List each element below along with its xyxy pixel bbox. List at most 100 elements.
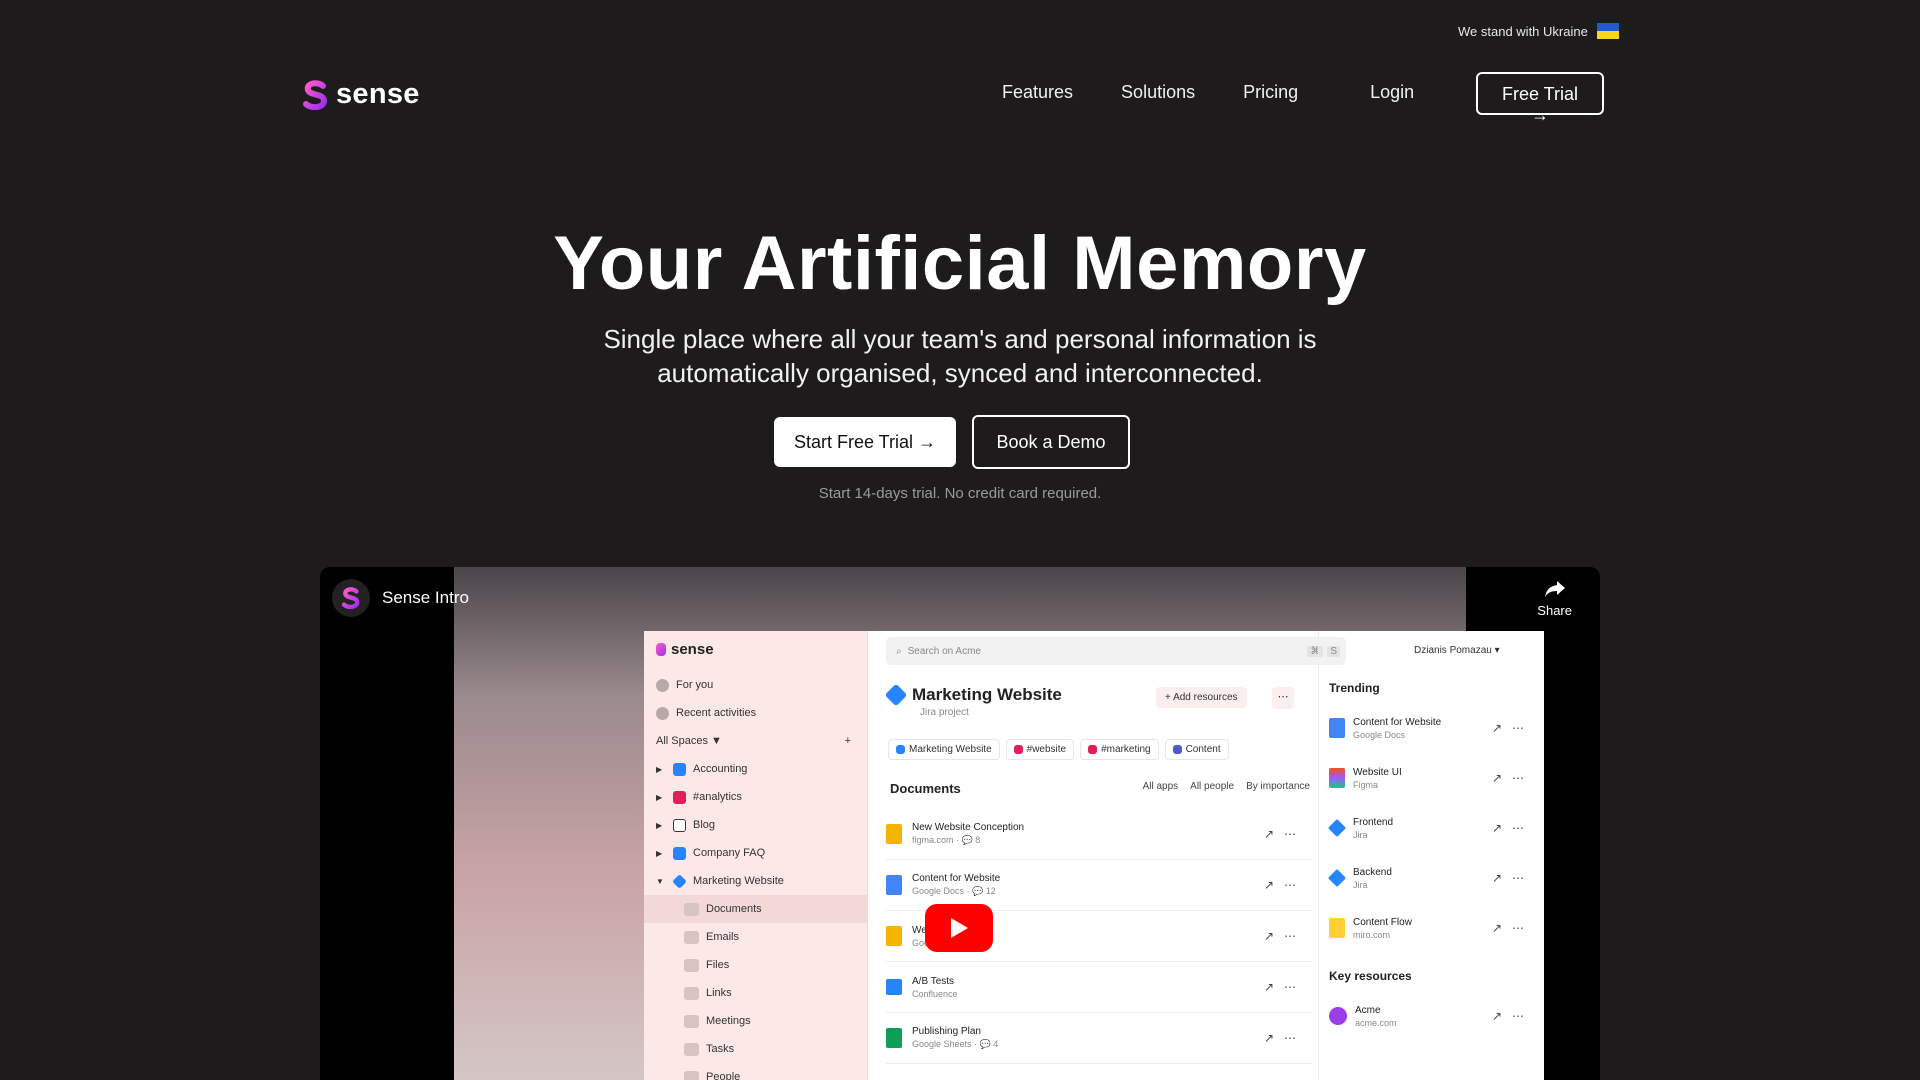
sidebar-list: For you Recent activities All Spaces ▼ + … bbox=[644, 671, 867, 1080]
nav-pricing[interactable]: Pricing bbox=[1243, 82, 1298, 103]
jira-icon bbox=[672, 873, 687, 889]
sidebar-folder-documents[interactable]: Documents bbox=[644, 895, 867, 923]
sidebar-folder-meetings[interactable]: Meetings bbox=[644, 1007, 867, 1035]
book-demo-button[interactable]: Book a Demo bbox=[972, 415, 1130, 469]
free-trial-button[interactable]: Free Trial → bbox=[1476, 72, 1604, 125]
sidebar-all-spaces[interactable]: All Spaces ▼ + bbox=[644, 727, 867, 755]
add-resources-button[interactable]: + Add resources bbox=[1156, 687, 1247, 708]
row-actions-icon[interactable]: ↗⋯ bbox=[1492, 871, 1534, 885]
list-item[interactable]: Frontend Jira ↗⋯ bbox=[1319, 803, 1544, 853]
doc-name: Content for Website bbox=[912, 873, 1001, 884]
sense-logo-icon bbox=[303, 79, 328, 110]
sidebar-folder-files[interactable]: Files bbox=[644, 951, 867, 979]
row-actions-icon[interactable]: ↗⋯ bbox=[1264, 980, 1306, 994]
chip-label: #marketing bbox=[1101, 744, 1151, 755]
trend-meta: Google Docs bbox=[1353, 729, 1406, 740]
doc-meta: Confluence bbox=[912, 988, 958, 999]
start-free-trial-button[interactable]: Start Free Trial → bbox=[774, 417, 956, 467]
trend-name: Frontend bbox=[1353, 816, 1394, 828]
trend-name: Content Flow bbox=[1353, 916, 1412, 928]
trend-name: Content for Website bbox=[1353, 716, 1442, 728]
chip-marketing-website[interactable]: Marketing Website bbox=[888, 739, 1000, 760]
sidebar-space-blog[interactable]: ▶ Blog bbox=[644, 811, 867, 839]
caret-right-icon: ▶ bbox=[656, 820, 663, 830]
google-sheets-icon bbox=[886, 1028, 902, 1048]
filter-by-importance[interactable]: By importance bbox=[1246, 781, 1310, 796]
caret-down-icon: ▼ bbox=[656, 876, 664, 886]
row-actions-icon[interactable]: ↗⋯ bbox=[1492, 921, 1534, 935]
sidebar-folder-people[interactable]: People bbox=[644, 1063, 867, 1080]
key-resources-title: Key resources bbox=[1329, 969, 1412, 983]
folder-icon bbox=[684, 1042, 699, 1056]
trend-name: Backend bbox=[1353, 866, 1392, 878]
list-item[interactable]: Content for Website Google Docs ↗⋯ bbox=[1319, 703, 1544, 753]
row-actions-icon[interactable]: ↗⋯ bbox=[1264, 827, 1306, 841]
main-nav: Features Solutions Pricing Login bbox=[1002, 82, 1454, 103]
notion-icon bbox=[673, 818, 686, 832]
sidebar-item-recent[interactable]: Recent activities bbox=[644, 699, 867, 727]
list-item[interactable]: Publishing Plan Google Sheets · 💬 4 ↗⋯ bbox=[886, 1013, 1312, 1064]
sidebar-space-marketing-website[interactable]: ▼ Marketing Website bbox=[644, 867, 867, 895]
resource-name: Acme bbox=[1355, 1004, 1381, 1016]
google-docs-icon bbox=[886, 875, 902, 895]
row-actions-icon[interactable]: ↗⋯ bbox=[1492, 821, 1534, 835]
app-logo: sense bbox=[656, 641, 714, 658]
row-actions-icon[interactable]: ↗⋯ bbox=[1492, 1009, 1534, 1023]
hero-subtitle: Single place where all your team's and p… bbox=[0, 322, 1920, 390]
app-preview: sense For you Recent activities All Spac… bbox=[644, 631, 1544, 1080]
chip-content[interactable]: Content bbox=[1164, 739, 1229, 760]
row-actions-icon[interactable]: ↗⋯ bbox=[1264, 929, 1306, 943]
search-icon: ⌕ bbox=[896, 645, 902, 657]
doc-meta: Google Docs · 💬 12 bbox=[912, 886, 996, 896]
sidebar-label: Marketing Website bbox=[693, 875, 784, 887]
row-actions-icon[interactable]: ↗⋯ bbox=[1264, 878, 1306, 892]
sidebar-space-company-faq[interactable]: ▶ Company FAQ bbox=[644, 839, 867, 867]
app-sidebar: sense For you Recent activities All Spac… bbox=[644, 631, 868, 1080]
app-main: ⌕ Search on Acme ⌘ S Marketing Website J… bbox=[868, 631, 1346, 1080]
trend-meta: Jira bbox=[1353, 829, 1368, 840]
chevron-down-icon: ▼ bbox=[711, 735, 722, 747]
list-item[interactable]: A/B Tests Confluence ↗⋯ bbox=[886, 962, 1312, 1013]
nav-login[interactable]: Login bbox=[1370, 82, 1414, 103]
channel-avatar[interactable] bbox=[332, 579, 370, 617]
list-item[interactable]: New Website Conception figma.com · 💬 8 ↗⋯ bbox=[886, 809, 1312, 860]
list-item[interactable]: Website UI Figma ↗⋯ bbox=[1319, 753, 1544, 803]
hero-title: Your Artificial Memory bbox=[553, 221, 1367, 306]
sidebar-label: Emails bbox=[706, 931, 740, 943]
chip-website[interactable]: #website bbox=[1005, 739, 1075, 760]
video-title[interactable]: Sense Intro bbox=[382, 588, 469, 608]
brand-logo[interactable]: sense bbox=[302, 78, 420, 111]
row-actions-icon[interactable]: ↗⋯ bbox=[1492, 721, 1534, 735]
sidebar-folder-emails[interactable]: Emails bbox=[644, 923, 867, 951]
sidebar-item-for-you[interactable]: For you bbox=[644, 671, 867, 699]
sidebar-folder-links[interactable]: Links bbox=[644, 979, 867, 1007]
teams-icon bbox=[1172, 745, 1182, 754]
nav-solutions[interactable]: Solutions bbox=[1121, 82, 1195, 103]
filter-all-apps[interactable]: All apps bbox=[1143, 781, 1179, 796]
row-actions-icon[interactable]: ↗⋯ bbox=[1264, 1031, 1306, 1045]
share-button[interactable]: Share bbox=[1537, 579, 1572, 618]
row-actions-icon[interactable]: ↗⋯ bbox=[1492, 771, 1534, 785]
doc-name: A/B Tests bbox=[912, 975, 955, 987]
more-icon[interactable]: ⋯ bbox=[1272, 687, 1294, 709]
sidebar-folder-tasks[interactable]: Tasks bbox=[644, 1035, 867, 1063]
ukraine-banner[interactable]: We stand with Ukraine bbox=[1458, 23, 1619, 39]
chip-marketing[interactable]: #marketing bbox=[1080, 739, 1159, 760]
play-button[interactable] bbox=[925, 904, 993, 952]
nav-features[interactable]: Features bbox=[1002, 82, 1073, 103]
list-item[interactable]: Acme acme.com ↗⋯ bbox=[1319, 991, 1544, 1041]
add-space-icon[interactable]: + bbox=[845, 735, 851, 747]
list-item[interactable]: Content Flow miro.com ↗⋯ bbox=[1319, 903, 1544, 953]
filter-all-people[interactable]: All people bbox=[1190, 781, 1234, 796]
share-icon bbox=[1544, 581, 1565, 597]
sidebar-space-analytics[interactable]: ▶ #analytics bbox=[644, 783, 867, 811]
video-player[interactable]: sense For you Recent activities All Spac… bbox=[320, 567, 1600, 1080]
figma-icon bbox=[1329, 768, 1345, 788]
doc-meta: figma.com · 💬 8 bbox=[912, 835, 981, 845]
caret-right-icon: ▶ bbox=[656, 792, 663, 802]
list-item[interactable]: Backend Jira ↗⋯ bbox=[1319, 853, 1544, 903]
brand-name: sense bbox=[336, 78, 420, 110]
sidebar-space-accounting[interactable]: ▶ Accounting bbox=[644, 755, 867, 783]
video-header: Sense Intro bbox=[332, 579, 469, 617]
search-input[interactable]: ⌕ Search on Acme ⌘ S bbox=[886, 637, 1346, 665]
